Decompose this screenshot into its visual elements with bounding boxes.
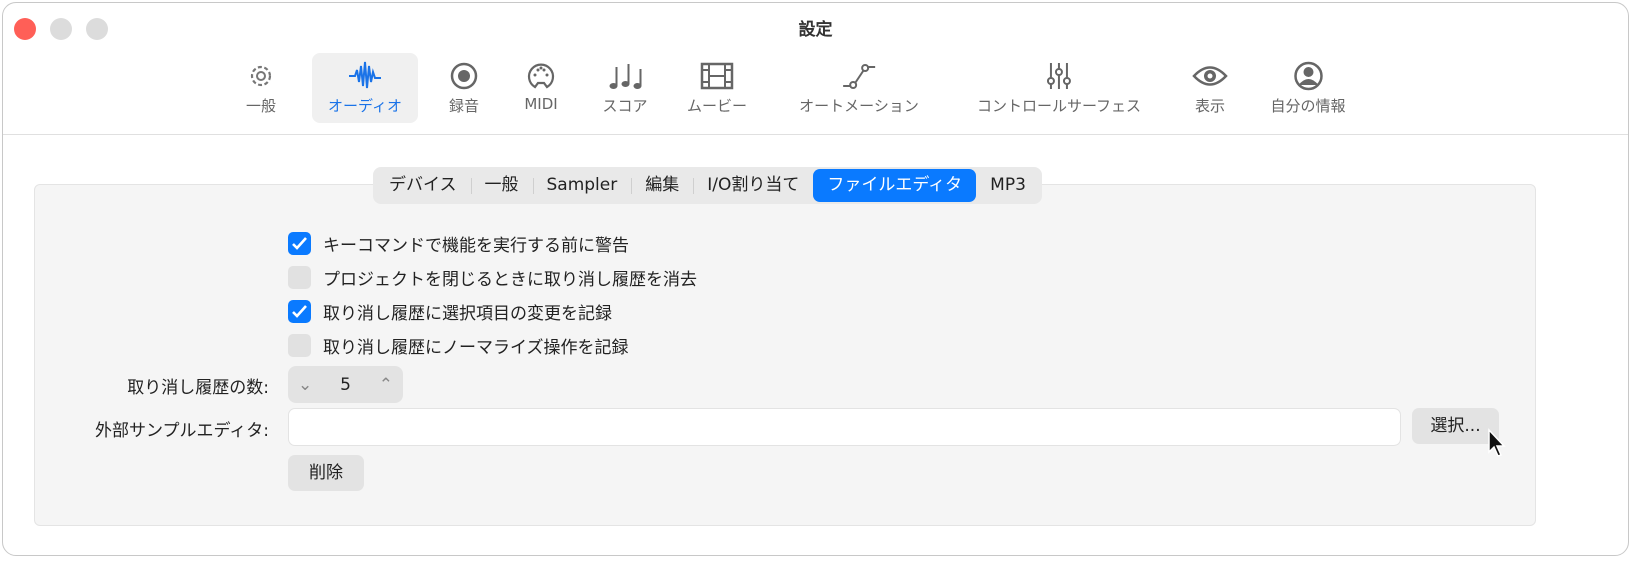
waveform-icon	[349, 61, 381, 89]
chevron-down-icon[interactable]: ⌄	[298, 375, 312, 395]
undo-count-stepper[interactable]: ⌄ 5 ⌃	[288, 366, 403, 403]
sliders-icon	[1046, 63, 1071, 89]
toolbar-automation[interactable]: オートメーション	[789, 53, 929, 123]
select-button[interactable]: 選択...	[1412, 408, 1499, 444]
tab-edit[interactable]: 編集	[631, 169, 693, 202]
toolbar-my-info[interactable]: 自分の情報	[1260, 53, 1355, 123]
notes-icon	[608, 64, 641, 89]
toolbar-divider	[3, 134, 1628, 135]
tab-file-editor[interactable]: ファイルエディタ	[813, 169, 977, 202]
toolbar-record[interactable]: 録音	[436, 53, 492, 123]
checkbox-label: 取り消し履歴に選択項目の変更を記録	[323, 304, 612, 324]
toolbar-score[interactable]: スコア	[592, 53, 657, 123]
toolbar-general[interactable]: 一般	[233, 53, 289, 123]
undo-count-label: 取り消し履歴の数:	[127, 378, 269, 398]
tab-bar: デバイス 一般 Sampler 編集 I/O割り当て ファイルエディタ MP3	[373, 167, 1042, 204]
toolbar-control-surfaces[interactable]: コントロールサーフェス	[967, 53, 1151, 123]
chevron-up-icon[interactable]: ⌃	[379, 375, 393, 395]
mouse-cursor-icon	[1488, 428, 1506, 457]
checkbox-label: キーコマンドで機能を実行する前に警告	[323, 236, 629, 256]
toolbar-view[interactable]: 表示	[1182, 53, 1238, 123]
settings-window: 設定 一般 オーディオ 録音 MIDI スコア ムービー オートメーション コン…	[2, 2, 1629, 556]
checkbox-record-normalize[interactable]	[288, 334, 311, 357]
tab-devices[interactable]: デバイス	[375, 169, 471, 202]
settings-panel	[34, 184, 1536, 526]
toolbar-midi[interactable]: MIDI	[513, 53, 569, 123]
delete-button[interactable]: 削除	[288, 455, 364, 491]
window-title: 設定	[798, 20, 833, 40]
undo-count-value: 5	[340, 374, 351, 395]
checkbox-warn-key-command[interactable]	[288, 232, 311, 255]
checkbox-label: プロジェクトを閉じるときに取り消し履歴を消去	[323, 270, 697, 290]
checkbox-clear-undo-on-close[interactable]	[288, 266, 311, 289]
tab-io-assignment[interactable]: I/O割り当て	[693, 169, 813, 202]
tab-general[interactable]: 一般	[470, 169, 533, 202]
checkmark-icon	[292, 237, 307, 250]
automation-icon	[842, 64, 875, 89]
checkbox-label: 取り消し履歴にノーマライズ操作を記録	[323, 338, 629, 358]
film-icon	[700, 62, 734, 90]
checkmark-icon	[292, 305, 307, 318]
external-editor-label: 外部サンプルエディタ:	[94, 421, 269, 441]
gear-icon	[250, 65, 272, 87]
eye-icon	[1192, 66, 1228, 86]
record-icon	[450, 62, 478, 90]
checkbox-record-selection-changes[interactable]	[288, 300, 311, 323]
person-icon	[1293, 61, 1323, 91]
tab-mp3[interactable]: MP3	[976, 169, 1040, 202]
tab-sampler[interactable]: Sampler	[532, 169, 632, 202]
toolbar-movie[interactable]: ムービー	[677, 53, 757, 123]
external-editor-field[interactable]	[288, 408, 1401, 446]
toolbar-audio[interactable]: オーディオ	[312, 53, 418, 123]
midi-icon	[527, 63, 555, 89]
